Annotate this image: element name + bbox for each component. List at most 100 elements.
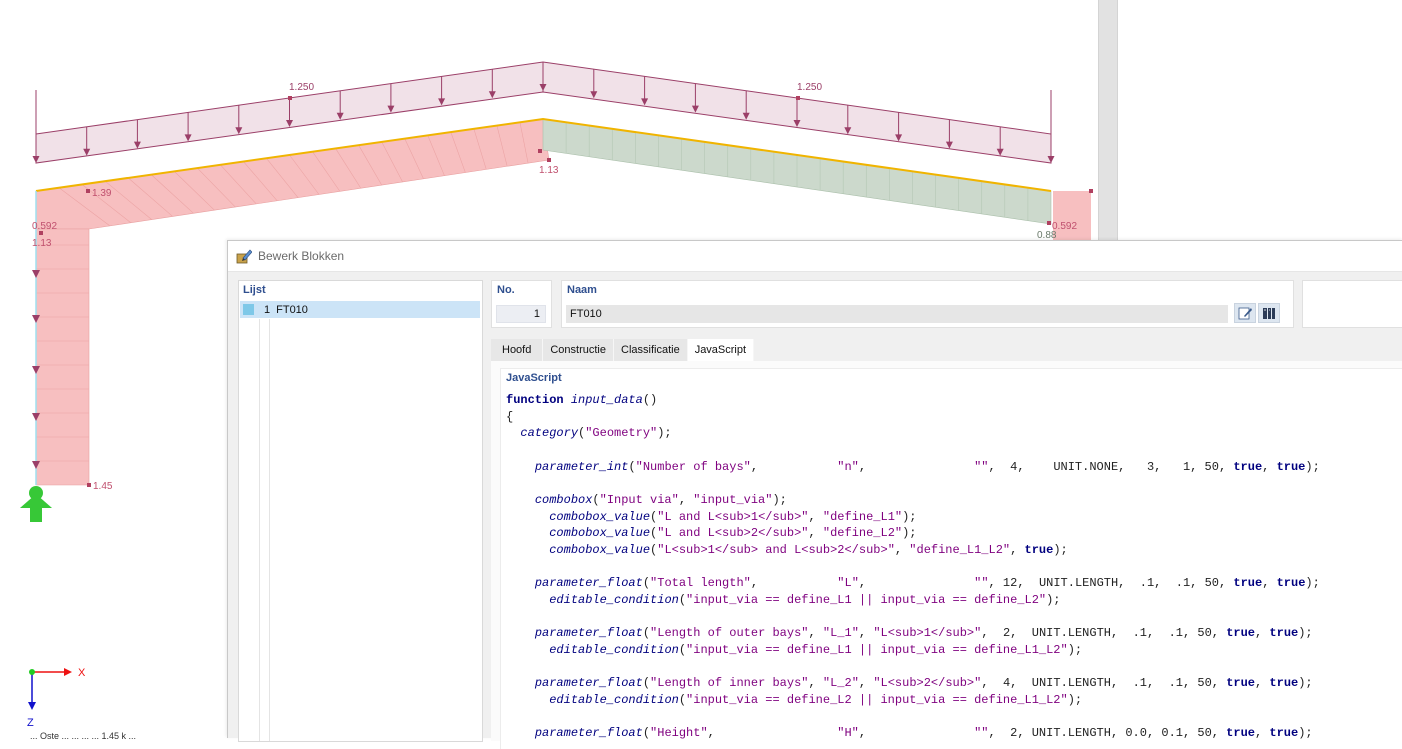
code-punctuation: (	[642, 726, 651, 741]
code-punctuation: , 2,	[981, 626, 1032, 641]
code-punctuation: (	[628, 459, 636, 474]
edit-name-button[interactable]	[1234, 303, 1256, 323]
number-field[interactable]: 1	[496, 305, 546, 323]
code-string: "L_1"	[822, 626, 859, 641]
code-punctuation: (	[642, 626, 651, 641]
code-punctuation	[506, 693, 549, 707]
viewport-divider[interactable]	[1098, 0, 1118, 240]
code-line: editable_condition("input_via == define_…	[506, 642, 1320, 659]
code-punctuation: ,	[894, 543, 910, 558]
code-line: combobox_value("L and L<sub>1</sub>", "d…	[506, 509, 1320, 526]
code-punctuation: ,	[1254, 726, 1270, 741]
code-string: "L<sub>1</sub>"	[873, 626, 982, 641]
code-identifier: UNIT.LENGTH	[1031, 726, 1111, 741]
column-result-right	[1053, 191, 1091, 241]
tab-constructie[interactable]: Constructie	[543, 339, 614, 361]
dialog-title: Bewerk Blokken	[258, 249, 345, 263]
code-punctuation: ,	[808, 526, 823, 541]
code-punctuation: );	[1067, 643, 1083, 658]
number-panel: No. 1	[491, 280, 552, 328]
list-item-name: FT010	[276, 303, 308, 316]
library-button[interactable]	[1258, 303, 1280, 323]
code-punctuation: , 4,	[988, 459, 1054, 474]
code-punctuation	[506, 426, 520, 440]
tab-bar: Hoofd Constructie Classificatie JavaScri…	[491, 339, 755, 361]
code-function: combobox_value	[549, 526, 651, 541]
code-editor[interactable]: JavaScript function input_data(){ catego…	[500, 368, 1402, 749]
code-punctuation: );	[1053, 543, 1068, 558]
code-punctuation: , 3, 1, 50,	[1118, 459, 1234, 474]
javascript-tab-panel: JavaScript function input_data(){ catego…	[491, 361, 1402, 749]
code-text[interactable]: function input_data(){ category("Geometr…	[506, 392, 1320, 742]
dialog-titlebar[interactable]: Bewerk Blokken	[228, 241, 1402, 272]
name-field[interactable]: FT010	[566, 305, 1228, 323]
code-keyword: true	[1269, 676, 1299, 691]
tab-classificatie[interactable]: Classificatie	[614, 339, 688, 361]
code-punctuation: ,	[858, 459, 975, 474]
code-identifier: UNIT.LENGTH	[1038, 576, 1119, 591]
code-punctuation	[506, 626, 535, 640]
support-icon[interactable]	[20, 486, 52, 522]
code-line: category("Geometry");	[506, 425, 1320, 442]
code-identifier: UNIT.NONE	[1053, 459, 1119, 474]
code-line: editable_condition("input_via == define_…	[506, 692, 1320, 709]
load-label-left: 1.250	[289, 82, 314, 93]
code-string: "Height"	[650, 726, 708, 741]
code-punctuation: );	[1298, 726, 1313, 741]
edit-script-icon	[1238, 307, 1252, 320]
dialog-edit-icon	[236, 249, 252, 264]
code-string: "Length of inner bays"	[650, 676, 809, 691]
code-function: category	[520, 426, 579, 441]
code-punctuation: {	[506, 409, 514, 424]
code-string: "Number of bays"	[635, 459, 751, 474]
code-keyword: true	[1233, 459, 1263, 474]
code-punctuation: );	[1046, 593, 1061, 608]
code-string: ""	[974, 576, 989, 591]
code-punctuation: ,	[1262, 576, 1277, 591]
code-punctuation	[506, 576, 535, 590]
list-item-number: 1	[264, 303, 271, 316]
code-punctuation: );	[1298, 676, 1313, 691]
code-keyword: true	[1233, 576, 1263, 591]
code-function: parameter_float	[534, 576, 643, 591]
code-punctuation: ,	[1010, 543, 1025, 558]
code-string: "Total length"	[650, 576, 751, 591]
code-punctuation: );	[1298, 626, 1313, 641]
code-string: "input_via == define_L1 || input_via == …	[686, 643, 1068, 658]
code-line: combobox("Input via", "input_via");	[506, 492, 1320, 509]
tab-hoofd[interactable]: Hoofd	[491, 339, 544, 361]
code-keyword: true	[1276, 459, 1306, 474]
code-function: combobox_value	[549, 509, 651, 524]
code-line: parameter_float("Total length", "L", "",…	[506, 575, 1320, 592]
code-function: input_data	[570, 393, 643, 407]
code-string: "L and L<sub>1</sub>"	[657, 509, 809, 524]
code-punctuation: );	[1305, 459, 1320, 474]
code-keyword: true	[1269, 726, 1299, 741]
load-label-right: 1.250	[797, 82, 822, 93]
code-function: parameter_int	[534, 459, 629, 474]
code-punctuation: (	[678, 643, 687, 658]
code-punctuation: ,	[858, 676, 874, 691]
code-keyword: true	[1024, 543, 1054, 558]
code-keyword: true	[1276, 576, 1306, 591]
code-string: "Input via"	[599, 493, 679, 508]
code-string: "define_L1"	[822, 509, 903, 524]
code-keyword: true	[1226, 626, 1256, 641]
code-keyword: true	[1226, 676, 1256, 691]
code-punctuation: , .1, .1, 50,	[1118, 576, 1234, 591]
code-punctuation	[506, 543, 549, 557]
value-label-113-left: 1.13	[32, 238, 52, 249]
list-header: Lijst	[243, 284, 266, 296]
code-punctuation	[506, 676, 535, 690]
number-label: No.	[497, 284, 515, 296]
name-panel: Naam FT010	[561, 280, 1294, 328]
list-item[interactable]: 1 FT010	[240, 301, 480, 318]
edit-blocks-dialog[interactable]: Bewerk Blokken Lijst 1 FT010 No. 1 Naam …	[227, 240, 1402, 749]
value-label-145: 1.45	[93, 481, 113, 492]
tab-javascript[interactable]: JavaScript	[687, 339, 755, 361]
tree-guide	[259, 319, 260, 741]
axis-z-label: Z	[27, 717, 34, 729]
code-header: JavaScript	[506, 372, 562, 384]
